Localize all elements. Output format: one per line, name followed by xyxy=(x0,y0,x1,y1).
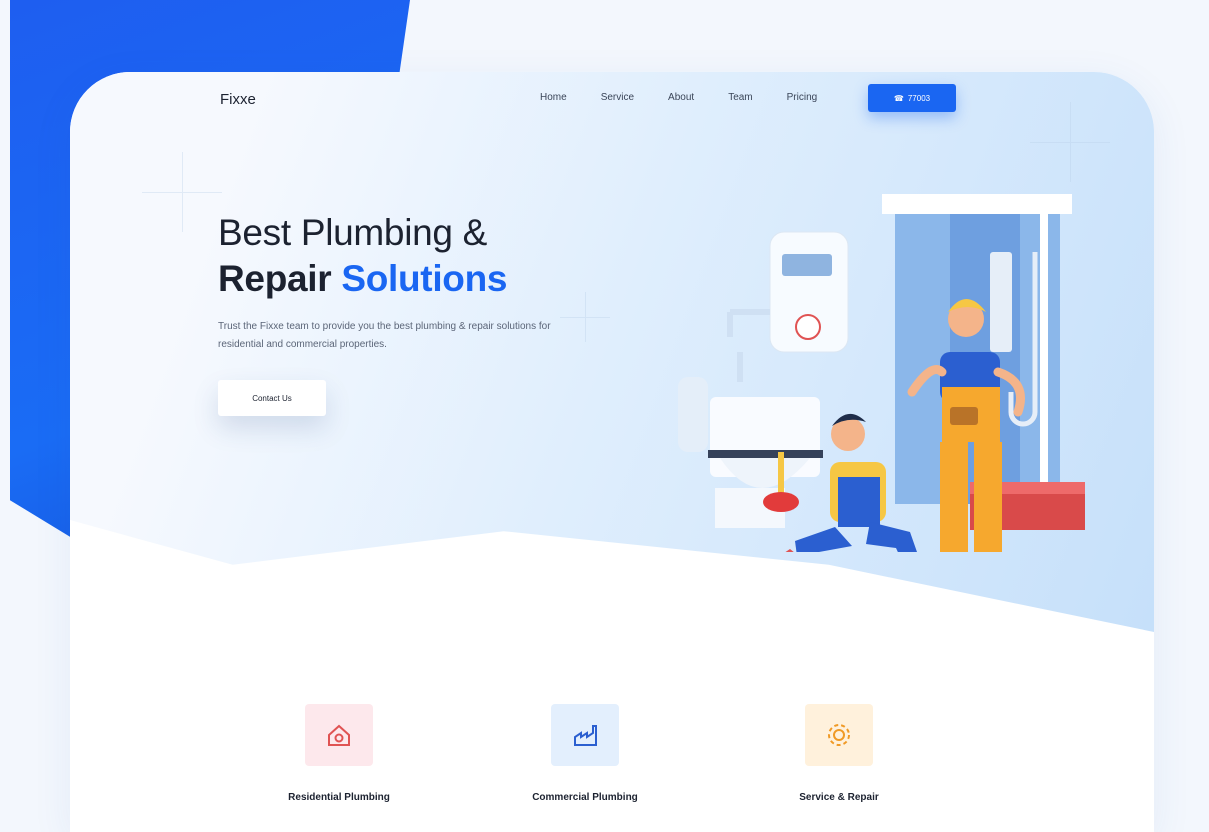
top-navigation: Fixxe Home Service About Team Pricing ☎ … xyxy=(70,72,1154,132)
nav-link-pricing[interactable]: Pricing xyxy=(787,92,818,103)
service-title: Service & Repair xyxy=(799,792,879,803)
logo[interactable]: Fixxe xyxy=(220,91,256,108)
nav-link-team[interactable]: Team xyxy=(728,92,752,103)
factory-icon xyxy=(551,704,619,766)
grid-decoration xyxy=(142,152,222,232)
nav-link-home[interactable]: Home xyxy=(540,92,567,103)
service-card-repair[interactable]: Service & Repair xyxy=(724,704,954,803)
headline-line-1: Best Plumbing & xyxy=(218,212,488,253)
house-icon xyxy=(305,704,373,766)
call-button-label: 77003 xyxy=(907,93,931,103)
phone-icon: ☎ xyxy=(893,93,904,103)
nav-link-about[interactable]: About xyxy=(668,92,694,103)
headline-accent-word: Solutions xyxy=(341,258,508,299)
hero-subtext: Trust the Fixxe team to provide you the … xyxy=(218,321,551,350)
headline-bold-word: Repair xyxy=(218,258,332,299)
nav-links: Home Service About Team Pricing xyxy=(540,92,851,103)
nav-link-service[interactable]: Service xyxy=(601,92,634,103)
landing-page-frame: Fixxe Home Service About Team Pricing ☎ … xyxy=(70,72,1154,832)
plumbers-illustration xyxy=(678,194,1085,552)
call-button[interactable]: ☎ 77003 xyxy=(868,84,956,112)
contact-us-button[interactable]: Contact Us xyxy=(218,380,326,416)
service-card-residential[interactable]: Residential Plumbing xyxy=(224,704,454,803)
headline-line-2: Repair Solutions xyxy=(218,256,507,302)
hero-headline: Best Plumbing & Repair Solutions xyxy=(218,210,507,302)
gear-icon xyxy=(805,704,873,766)
service-card-commercial[interactable]: Commercial Plumbing xyxy=(470,704,700,803)
service-title: Commercial Plumbing xyxy=(532,792,638,803)
service-title: Residential Plumbing xyxy=(288,792,390,803)
